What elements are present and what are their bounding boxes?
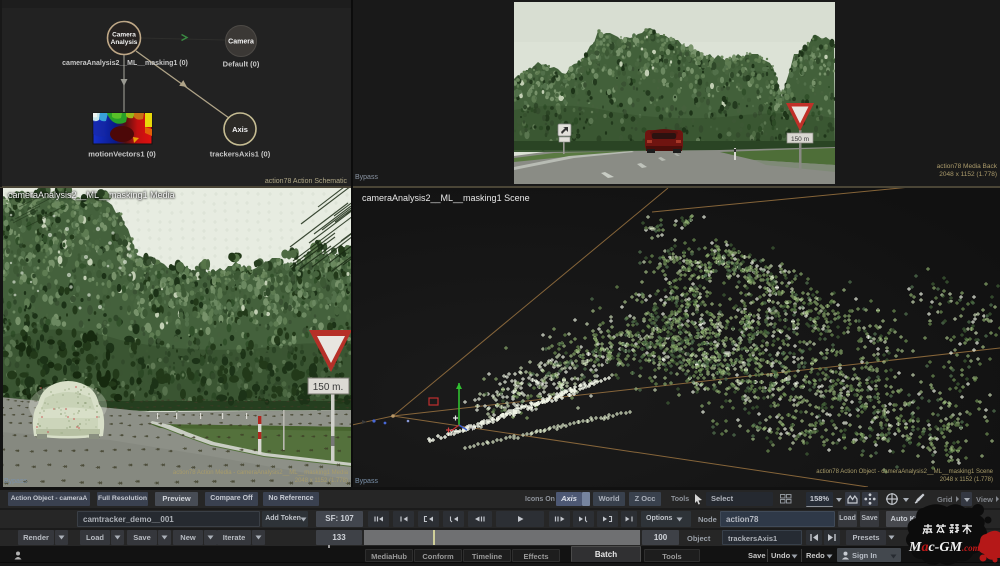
svg-text:Analysis: Analysis [111,39,138,46]
svg-text:Camera: Camera [228,39,254,46]
svg-text:action78 Action Schematic: action78 Action Schematic [265,178,348,185]
svg-text:Default (0): Default (0) [223,60,260,69]
svg-text:150 m: 150 m [791,136,809,143]
svg-text:trackersAxis1 (0): trackersAxis1 (0) [210,150,271,159]
svg-text:motionVectors1 (0): motionVectors1 (0) [88,150,156,159]
svg-text:Camera: Camera [112,32,136,39]
svg-text:Mac-GM.com: Mac-GM.com [908,540,980,555]
svg-text:Axis: Axis [232,125,248,134]
svg-text:cameraAnalysis2__ML__masking1: cameraAnalysis2__ML__masking1 (0) [62,60,188,67]
svg-text:150 m.: 150 m. [313,382,344,393]
